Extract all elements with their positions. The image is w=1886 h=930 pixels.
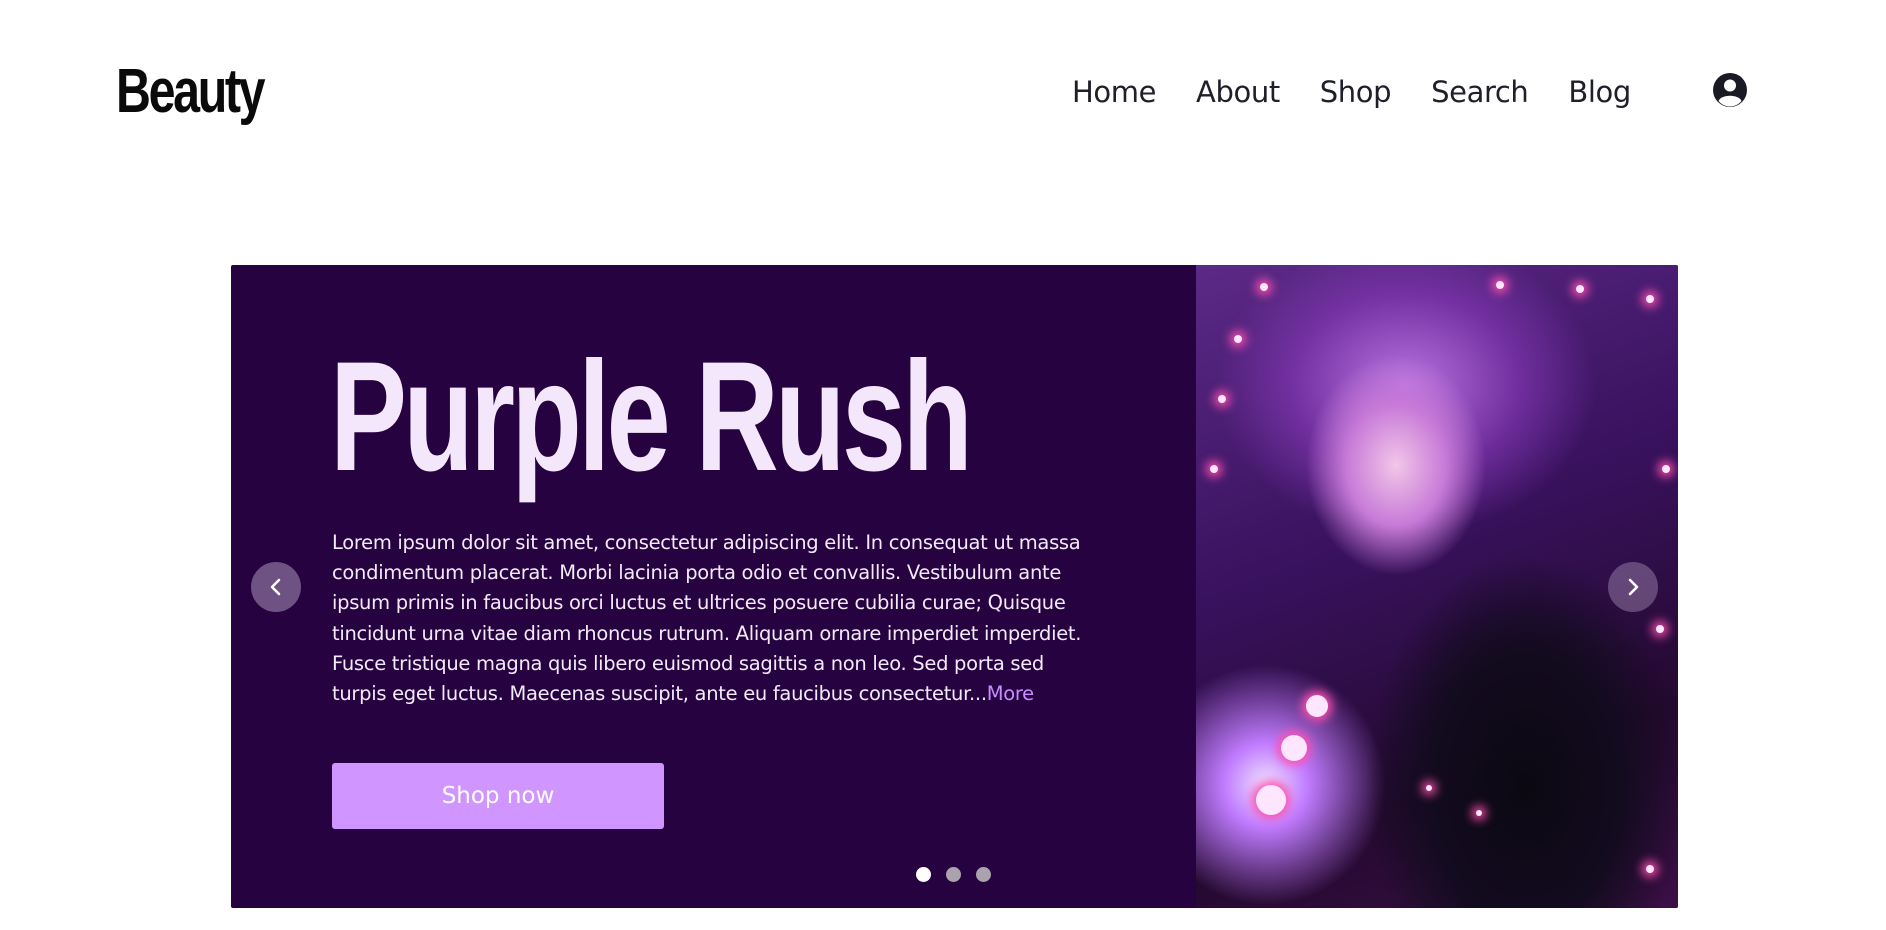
led-light	[1260, 283, 1268, 291]
led-light	[1476, 810, 1482, 816]
led-light	[1656, 625, 1664, 633]
nav-about[interactable]: About	[1196, 70, 1280, 114]
led-light	[1218, 395, 1226, 403]
nav-blog[interactable]: Blog	[1568, 70, 1631, 114]
hero-image	[1196, 265, 1678, 908]
chevron-left-icon	[270, 578, 281, 596]
nav-search[interactable]: Search	[1431, 70, 1529, 114]
slide-indicators	[916, 867, 1006, 882]
led-light	[1234, 335, 1242, 343]
led-light	[1306, 695, 1328, 717]
led-light	[1662, 465, 1670, 473]
user-circle-icon[interactable]	[1712, 72, 1748, 108]
main-nav: Home About Shop Search Blog	[1072, 70, 1671, 114]
hero-title: Purple Rush	[330, 330, 973, 504]
hero-slider: Purple Rush Lorem ipsum dolor sit amet, …	[231, 265, 1678, 908]
slide-dot-2[interactable]	[946, 867, 961, 882]
led-light	[1576, 285, 1584, 293]
shop-now-button[interactable]: Shop now	[332, 763, 664, 829]
chevron-right-icon	[1628, 578, 1639, 596]
led-light	[1646, 865, 1654, 873]
page: Beauty Home About Shop Search Blog Purpl…	[0, 0, 1886, 930]
hero-description: Lorem ipsum dolor sit amet, consectetur …	[332, 528, 1092, 709]
led-light	[1496, 281, 1504, 289]
logo[interactable]: Beauty	[116, 56, 266, 128]
led-light	[1210, 465, 1218, 473]
led-light	[1646, 295, 1654, 303]
more-link[interactable]: More	[987, 682, 1034, 705]
hero-description-text: Lorem ipsum dolor sit amet, consectetur …	[332, 531, 1082, 706]
nav-shop[interactable]: Shop	[1320, 70, 1392, 114]
slide-dot-3[interactable]	[976, 867, 991, 882]
next-slide-button[interactable]	[1608, 562, 1658, 612]
slide-dot-1[interactable]	[916, 867, 931, 882]
prev-slide-button[interactable]	[251, 562, 301, 612]
nav-home[interactable]: Home	[1072, 70, 1156, 114]
led-light	[1256, 785, 1286, 815]
led-light	[1281, 735, 1307, 761]
led-light	[1426, 785, 1432, 791]
